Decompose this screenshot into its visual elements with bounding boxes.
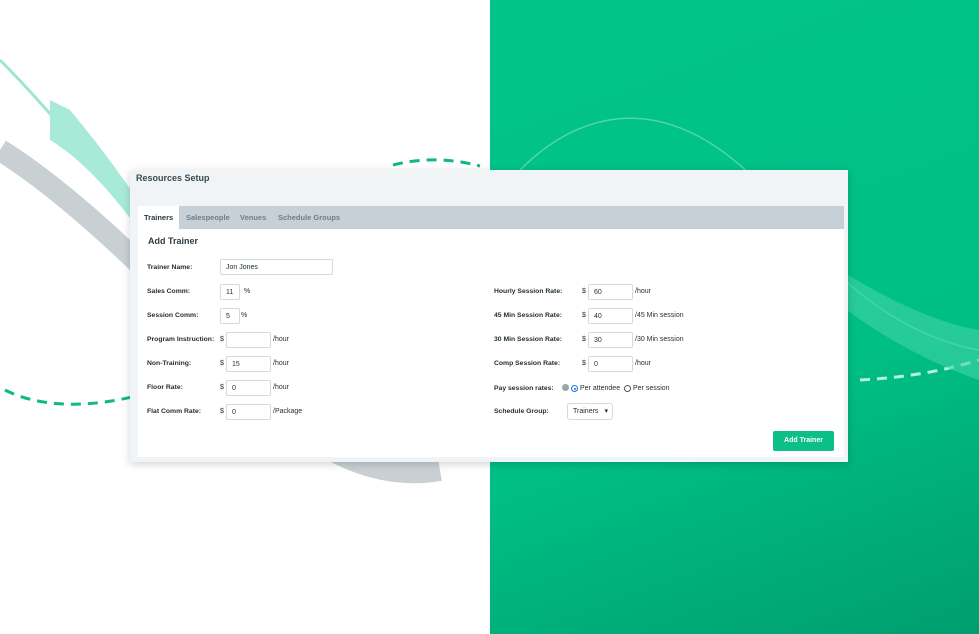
per-session-radio[interactable] [624, 385, 631, 392]
comp-session-rate-currency: $ [582, 360, 586, 367]
tab-schedule-groups[interactable]: Schedule Groups [272, 206, 346, 229]
session-comm-input[interactable]: 5 [220, 308, 240, 324]
program-instruction-currency: $ [220, 336, 224, 343]
non-training-currency: $ [220, 360, 224, 367]
min30-session-rate-input[interactable]: 30 [588, 332, 633, 348]
resources-setup-panel: Resources Setup Trainers Salespeople Ven… [130, 170, 848, 462]
session-comm-unit: % [241, 312, 248, 319]
trainer-name-label: Trainer Name: [147, 264, 193, 271]
schedule-group-select[interactable]: Trainers ▾ [567, 403, 613, 420]
min30-session-rate-label: 30 Min Session Rate: [494, 336, 562, 343]
session-comm-label: Session Comm: [147, 312, 199, 319]
flat-comm-rate-input[interactable]: 0 [226, 404, 271, 420]
chevron-down-icon: ▾ [604, 408, 608, 415]
non-training-label: Non-Training: [147, 360, 192, 367]
hourly-session-rate-currency: $ [582, 288, 586, 295]
per-attendee-radio[interactable] [571, 385, 578, 392]
trainer-name-input[interactable]: Jon Jones [220, 259, 333, 275]
schedule-group-value: Trainers [573, 408, 599, 415]
flat-comm-rate-label: Flat Comm Rate: [147, 408, 202, 415]
floor-rate-currency: $ [220, 384, 224, 391]
panel-title: Resources Setup [136, 173, 210, 183]
min30-session-rate-currency: $ [582, 336, 586, 343]
program-instruction-input[interactable] [226, 332, 271, 348]
per-attendee-label: Per attendee [580, 385, 621, 392]
flat-comm-rate-currency: $ [220, 408, 224, 415]
section-title: Add Trainer [148, 236, 199, 246]
schedule-group-label: Schedule Group: [494, 408, 549, 415]
floor-rate-input[interactable]: 0 [226, 380, 271, 396]
tab-venues[interactable]: Venues [234, 206, 272, 229]
min45-session-rate-currency: $ [582, 312, 586, 319]
add-trainer-button[interactable]: Add Trainer [773, 431, 834, 451]
non-training-input[interactable]: 15 [226, 356, 271, 372]
floor-rate-unit: /hour [273, 384, 289, 391]
tab-salespeople[interactable]: Salespeople [180, 206, 236, 229]
tab-trainers[interactable]: Trainers [138, 206, 180, 229]
min45-session-rate-input[interactable]: 40 [588, 308, 633, 324]
comp-session-rate-label: Comp Session Rate: [494, 360, 561, 367]
pay-session-rates-label: Pay session rates: [494, 385, 554, 392]
sales-comm-label: Sales Comm: [147, 288, 191, 295]
tab-bar: Trainers Salespeople Venues Schedule Gro… [138, 206, 844, 229]
program-instruction-unit: /hour [273, 336, 289, 343]
floor-rate-label: Floor Rate: [147, 384, 183, 391]
min30-session-rate-unit: /30 Min session [635, 336, 684, 343]
add-trainer-form: Add Trainer Trainer Name: Jon Jones Sale… [138, 229, 844, 457]
sales-comm-input[interactable]: 11 [220, 284, 240, 300]
min45-session-rate-unit: /45 Min session [635, 312, 684, 319]
comp-session-rate-input[interactable]: 0 [588, 356, 633, 372]
hourly-session-rate-label: Hourly Session Rate: [494, 288, 563, 295]
sales-comm-unit: % [244, 288, 251, 295]
program-instruction-label: Program Instruction: [147, 336, 215, 343]
hourly-session-rate-unit: /hour [635, 288, 651, 295]
per-session-label: Per session [633, 385, 670, 392]
comp-session-rate-unit: /hour [635, 360, 651, 367]
help-icon[interactable] [562, 384, 569, 391]
hourly-session-rate-input[interactable]: 60 [588, 284, 633, 300]
non-training-unit: /hour [273, 360, 289, 367]
flat-comm-rate-unit: /Package [273, 408, 303, 415]
min45-session-rate-label: 45 Min Session Rate: [494, 312, 562, 319]
